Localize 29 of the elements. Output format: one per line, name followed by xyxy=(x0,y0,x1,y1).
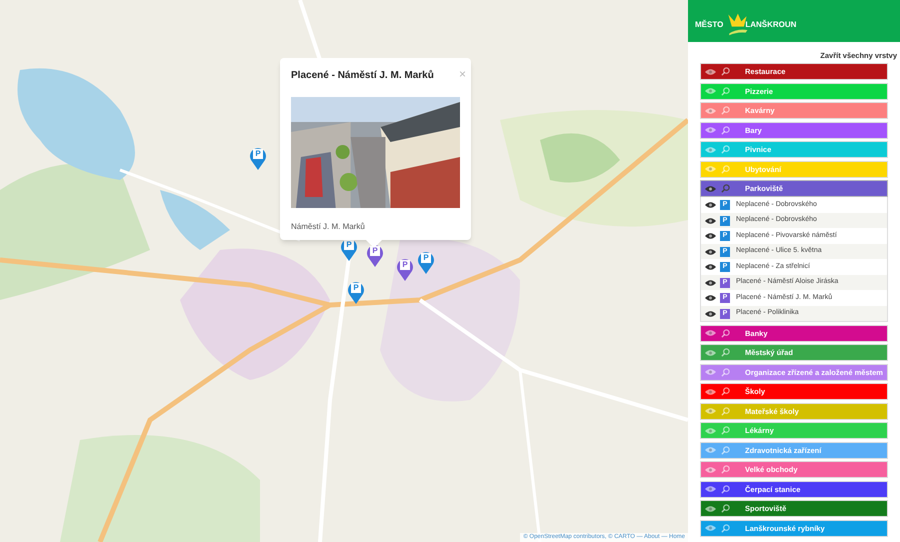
zoom-icon[interactable] xyxy=(721,145,730,154)
zoom-icon[interactable] xyxy=(721,106,730,116)
zoom-icon[interactable] xyxy=(721,484,730,494)
zoom-icon[interactable] xyxy=(721,328,730,338)
logo[interactable]: MĚSTO LANŠKROUN xyxy=(695,5,796,37)
eye-icon[interactable] xyxy=(705,278,716,286)
eye-icon[interactable] xyxy=(705,294,716,302)
eye-icon[interactable] xyxy=(705,263,716,271)
zoom-icon[interactable] xyxy=(721,504,730,514)
zoom-icon[interactable] xyxy=(721,524,730,533)
zoom-icon[interactable] xyxy=(721,387,730,396)
logo-text: LANŠKROUN xyxy=(745,19,796,31)
zoom-icon[interactable] xyxy=(721,126,730,135)
zoom-icon[interactable] xyxy=(721,406,730,416)
eye-icon[interactable] xyxy=(705,201,716,209)
zoom-icon[interactable] xyxy=(721,86,730,96)
logo-text: MĚSTO xyxy=(695,19,724,31)
zoom-icon[interactable] xyxy=(721,465,730,474)
zoom-icon[interactable] xyxy=(721,67,730,76)
zoom-icon[interactable] xyxy=(721,426,730,436)
eye-icon[interactable] xyxy=(705,216,716,224)
zoom-icon[interactable] xyxy=(721,184,730,194)
zoom-icon[interactable] xyxy=(721,368,730,377)
eye-icon[interactable] xyxy=(705,248,716,256)
eye-icon[interactable] xyxy=(705,232,716,240)
zoom-icon[interactable] xyxy=(721,446,730,455)
zoom-icon[interactable] xyxy=(721,348,730,358)
eye-icon[interactable] xyxy=(705,310,716,318)
eye-icon[interactable] xyxy=(705,184,716,193)
